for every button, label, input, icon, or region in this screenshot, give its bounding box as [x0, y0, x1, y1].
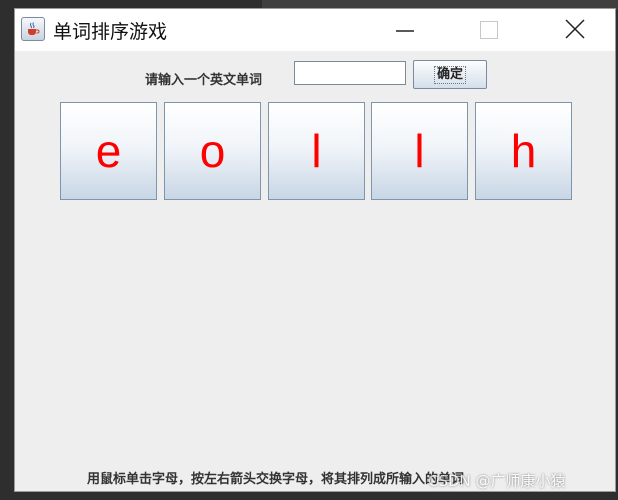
letter-tile[interactable]: l [268, 102, 365, 200]
word-input[interactable] [294, 61, 406, 85]
letter-tile[interactable]: e [60, 102, 157, 200]
instructions-hint: 用鼠标单击字母，按左右箭头交换字母，将其排列成所输入的单词 [87, 472, 465, 487]
confirm-button-label: 确定 [433, 65, 466, 84]
letter-tile[interactable]: l [371, 102, 468, 200]
word-prompt-label: 请输入一个英文单词 [145, 73, 263, 88]
close-icon [565, 19, 585, 39]
window-title: 单词排序游戏 [53, 21, 168, 43]
game-window: 单词排序游戏 请输入一个英文单词 确定 e o l l h 用鼠标单击字母，按左… [14, 8, 616, 492]
letter-tile[interactable]: h [475, 102, 572, 200]
letter-tile[interactable]: o [164, 102, 261, 200]
minimize-icon [396, 30, 414, 32]
java-coffee-icon [21, 17, 45, 41]
maximize-icon [480, 21, 498, 39]
letter-tiles: e o l l h [60, 102, 575, 200]
csdn-watermark: CSDN @广师康小猿 [428, 472, 566, 490]
title-bar[interactable]: 单词排序游戏 [15, 9, 615, 51]
confirm-button[interactable]: 确定 [413, 60, 487, 89]
close-button[interactable] [545, 9, 605, 51]
maximize-button[interactable] [459, 9, 519, 51]
minimize-button[interactable] [375, 9, 435, 51]
